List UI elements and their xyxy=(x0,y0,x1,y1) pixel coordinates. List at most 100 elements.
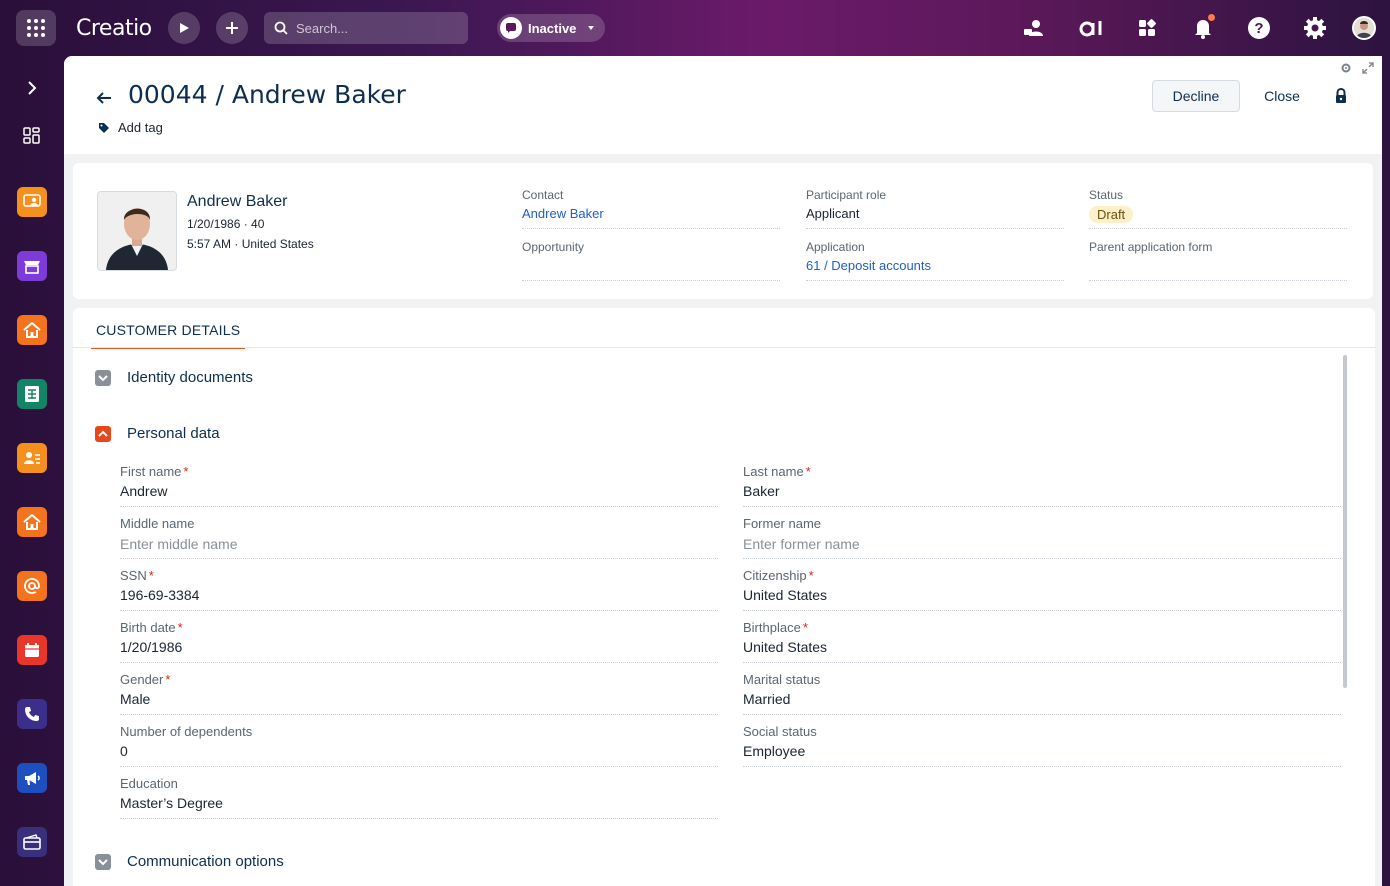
help-button[interactable]: ? xyxy=(1245,14,1273,42)
gender-value[interactable]: Male xyxy=(120,691,718,709)
birthplace-label: Birthplace xyxy=(743,620,801,635)
workplaces-button[interactable] xyxy=(20,124,44,148)
decline-button[interactable]: Decline xyxy=(1152,80,1240,112)
marital-status-field[interactable]: Marital status Married xyxy=(743,672,1341,715)
status-badge[interactable]: Draft xyxy=(1089,206,1134,223)
group-identity-documents[interactable]: Identity documents xyxy=(95,369,253,386)
rail-app-contacts[interactable] xyxy=(17,443,47,473)
notification-dot xyxy=(1208,14,1215,21)
user-status-dropdown[interactable]: Inactive xyxy=(497,14,605,42)
rail-app-spreadsheet[interactable] xyxy=(17,379,47,409)
citizenship-value[interactable]: United States xyxy=(743,587,1341,605)
field-divider xyxy=(743,714,1341,715)
tag-icon xyxy=(99,122,109,133)
rail-app-calendar[interactable] xyxy=(17,635,47,665)
gender-field[interactable]: Gender * Male xyxy=(120,672,718,715)
social-status-value[interactable]: Employee xyxy=(743,743,1341,761)
contact-card-icon xyxy=(24,452,40,464)
rail-app-home-2[interactable] xyxy=(17,507,47,537)
contact-field-label: Contact xyxy=(522,188,564,202)
expand-sidebar-button[interactable] xyxy=(20,76,44,100)
user-avatar[interactable] xyxy=(1352,16,1376,40)
last-name-label: Last name xyxy=(743,464,804,479)
opportunity-field-value[interactable] xyxy=(522,258,780,276)
ai-icon xyxy=(1079,21,1102,37)
tab-customer-details[interactable]: CUSTOMER DETAILS xyxy=(91,322,246,349)
studio-button[interactable] xyxy=(1133,14,1161,42)
lock-icon[interactable] xyxy=(1334,88,1348,104)
citizenship-field[interactable]: Citizenship * United States xyxy=(743,568,1341,611)
opportunity-field[interactable]: Opportunity xyxy=(522,240,780,281)
close-button[interactable]: Close xyxy=(1254,80,1310,112)
contact-field-link[interactable]: Andrew Baker xyxy=(522,206,780,224)
contact-name: Andrew Baker xyxy=(187,193,288,210)
left-navigation-rail xyxy=(0,56,64,886)
top-bar: Creatio Inactive ? xyxy=(0,0,1390,56)
ssn-field[interactable]: SSN * 196-69-3384 xyxy=(120,568,718,611)
group-personal-data[interactable]: Personal data xyxy=(95,425,220,442)
home-icon xyxy=(23,322,41,338)
contact-dob-age: 1/20/1986 · 40 xyxy=(187,217,265,231)
first-name-label: First name xyxy=(120,464,182,479)
rail-app-home-1[interactable] xyxy=(17,315,47,345)
participant-role-value[interactable]: Applicant xyxy=(806,206,1064,224)
former-name-input[interactable] xyxy=(743,535,1341,553)
record-page: 00044 / Andrew Baker Add tag Decline Clo… xyxy=(64,56,1382,886)
birthplace-field[interactable]: Birthplace * United States xyxy=(743,620,1341,663)
chevron-down-icon xyxy=(588,26,595,30)
expand-icon[interactable] xyxy=(1362,62,1374,74)
parent-form-label: Parent application form xyxy=(1089,240,1213,254)
middle-name-label: Middle name xyxy=(120,516,195,531)
rail-app-phone[interactable] xyxy=(17,699,47,729)
svg-text:?: ? xyxy=(1254,20,1263,37)
former-name-field[interactable]: Former name xyxy=(743,516,1341,559)
middle-name-input[interactable] xyxy=(120,535,718,553)
middle-name-field[interactable]: Middle name xyxy=(120,516,718,559)
rail-app-marketplace[interactable] xyxy=(17,251,47,281)
add-tag-link[interactable]: Add tag xyxy=(98,120,163,135)
rail-app-customers[interactable] xyxy=(17,187,47,217)
birth-date-value[interactable]: 1/20/1986 xyxy=(120,639,718,657)
dependents-label: Number of dependents xyxy=(120,724,253,739)
dependents-value[interactable]: 0 xyxy=(120,743,718,761)
participant-role-field: Participant role Applicant xyxy=(806,188,1064,229)
education-field[interactable]: Education Master’s Degree xyxy=(120,776,718,819)
field-divider xyxy=(743,766,1341,767)
back-arrow-icon[interactable] xyxy=(94,88,114,108)
settings-button[interactable] xyxy=(1301,14,1329,42)
create-new-button[interactable] xyxy=(216,12,248,44)
page-header: 00044 / Andrew Baker Add tag Decline Clo… xyxy=(64,56,1382,154)
first-name-field[interactable]: First name * Andrew xyxy=(120,464,718,507)
ssn-value[interactable]: 196-69-3384 xyxy=(120,587,718,605)
parent-form-field[interactable]: Parent application form xyxy=(1089,240,1347,281)
page-settings-icon[interactable] xyxy=(1340,62,1352,74)
application-link[interactable]: 61 / Deposit accounts xyxy=(806,258,1064,276)
parent-form-value[interactable] xyxy=(1089,258,1347,276)
agent-desk-button[interactable] xyxy=(1019,14,1047,42)
notifications-button[interactable] xyxy=(1189,14,1217,42)
required-mark: * xyxy=(177,620,183,635)
global-search[interactable] xyxy=(264,12,468,44)
education-value[interactable]: Master’s Degree xyxy=(120,795,718,813)
rail-app-marketing[interactable] xyxy=(17,763,47,793)
birthplace-value[interactable]: United States xyxy=(743,639,1341,657)
ai-button[interactable] xyxy=(1077,14,1107,42)
field-divider xyxy=(120,506,718,507)
dependents-field[interactable]: Number of dependents 0 xyxy=(120,724,718,767)
last-name-value[interactable]: Baker xyxy=(743,483,1341,501)
run-process-button[interactable] xyxy=(168,12,200,44)
search-input[interactable] xyxy=(296,20,456,36)
marital-status-value[interactable]: Married xyxy=(743,691,1341,709)
search-icon xyxy=(274,21,288,35)
rail-app-email[interactable] xyxy=(17,571,47,601)
group-communication-options[interactable]: Communication options xyxy=(95,853,284,870)
first-name-value[interactable]: Andrew xyxy=(120,483,718,501)
social-status-field[interactable]: Social status Employee xyxy=(743,724,1341,767)
app-launcher-button[interactable] xyxy=(16,10,56,46)
scrollbar[interactable] xyxy=(1343,355,1347,688)
rail-app-cards[interactable] xyxy=(17,827,47,857)
chat-status-icon xyxy=(500,17,522,39)
phone-icon xyxy=(25,707,39,721)
last-name-field[interactable]: Last name * Baker xyxy=(743,464,1341,507)
birth-date-field[interactable]: Birth date * 1/20/1986 xyxy=(120,620,718,663)
